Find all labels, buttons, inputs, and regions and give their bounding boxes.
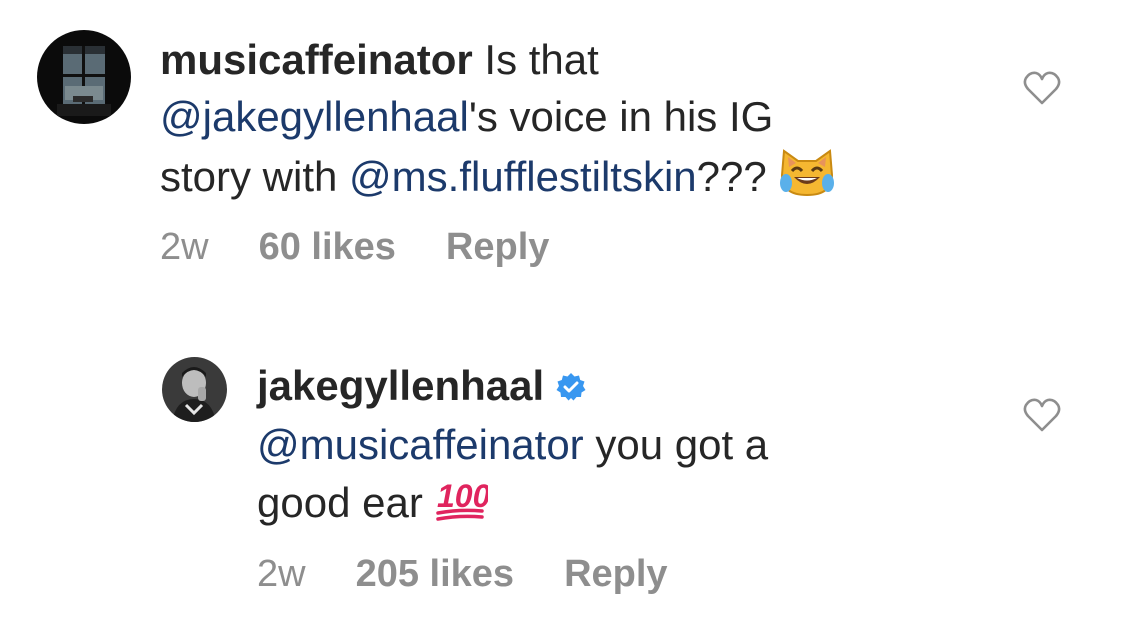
comment-timestamp: 2w	[257, 553, 306, 595]
comment-text-segment: 's voice in his IG	[468, 93, 774, 140]
likes-count-button[interactable]: 60 likes	[259, 226, 396, 269]
mention-link[interactable]: @jakegyllenhaal	[160, 93, 469, 140]
heart-outline-icon[interactable]	[1022, 70, 1062, 106]
comment-line: musicaffeinator Is that	[160, 31, 980, 88]
hundred-points-text: 100	[437, 478, 488, 514]
heart-outline-icon[interactable]	[1022, 397, 1062, 433]
comment-text-segment: ???	[696, 153, 779, 200]
comment-text-segment: good ear	[257, 479, 435, 526]
reply-button[interactable]: Reply	[564, 553, 667, 596]
mention-link[interactable]: @ms.flufflestiltskin	[349, 153, 697, 200]
username-link[interactable]: jakegyllenhaal	[257, 362, 544, 409]
mention-link[interactable]: @musicaffeinator	[257, 421, 584, 468]
comment-text-segment: story with	[160, 153, 350, 200]
comment-line: good ear 100	[257, 473, 1017, 537]
reply-button[interactable]: Reply	[446, 226, 549, 269]
comment-meta: 2w 60 likes Reply	[160, 226, 549, 269]
comment-line: jakegyllenhaal	[257, 357, 1017, 416]
comment-text-segment: you got a	[583, 421, 769, 468]
verified-badge-icon	[556, 359, 586, 416]
avatar-musicaffeinator[interactable]	[37, 30, 131, 124]
comment-line: @musicaffeinator you got a	[257, 416, 1017, 473]
comment-text: jakegyllenhaal @musicaffeinator you got …	[257, 357, 1017, 537]
comment-text-segment: Is that	[472, 36, 599, 83]
likes-count-button[interactable]: 205 likes	[356, 553, 514, 596]
comment-line: @jakegyllenhaal's voice in his IG	[160, 88, 980, 145]
avatar-image	[37, 30, 131, 124]
avatar-image	[162, 357, 227, 422]
comment-musicaffeinator: musicaffeinator Is that @jakegyllenhaal'…	[0, 0, 1125, 300]
cat-tears-of-joy-icon	[778, 145, 836, 211]
avatar-jakegyllenhaal[interactable]	[162, 357, 227, 422]
comment-jakegyllenhaal: jakegyllenhaal @musicaffeinator you got …	[0, 330, 1125, 630]
username-link[interactable]: musicaffeinator	[160, 36, 473, 83]
hundred-points-icon: 100	[434, 473, 491, 537]
comment-meta: 2w 205 likes Reply	[257, 553, 668, 596]
comment-timestamp: 2w	[160, 226, 209, 268]
comment-line: story with @ms.flufflestiltskin???	[160, 145, 980, 211]
comment-text: musicaffeinator Is that @jakegyllenhaal'…	[160, 31, 980, 211]
